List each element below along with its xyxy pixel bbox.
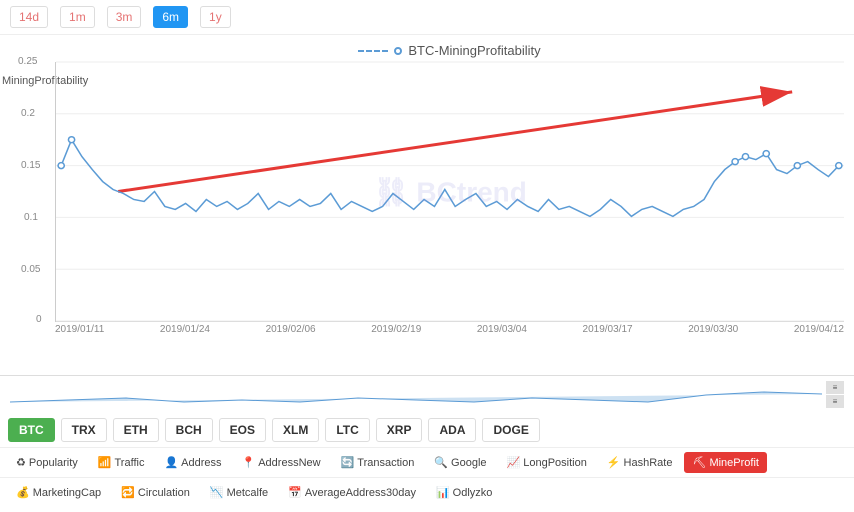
metric-label: Circulation [138,487,190,499]
metric-label: Transaction [357,457,414,469]
time-btn-1y[interactable]: 1y [200,6,231,28]
coin-bar: BTCTRXETHBCHEOSXLMLTC XRPADADOGE [0,413,854,448]
x-label: 2019/02/06 [266,324,316,335]
coin-btn-btc[interactable]: BTC [8,418,55,442]
scroll-controls: ≡ ≡ [826,381,844,408]
x-labels: 2019/01/11 2019/01/24 2019/02/06 2019/02/19… [55,322,844,335]
metric-marketingcap[interactable]: 💰MarketingCap [8,482,109,503]
metric-transaction[interactable]: 🔄Transaction [333,452,423,473]
x-label: 2019/03/17 [583,324,633,335]
metric-metcalfe[interactable]: 📉Metcalfe [202,482,276,503]
metric-label: Traffic [115,457,145,469]
metric-icon: 📈 [507,456,521,469]
metric-label: HashRate [624,457,673,469]
metric-label: Google [451,457,486,469]
metric-icon: ♻ [16,456,26,469]
x-label: 2019/04/12 [794,324,844,335]
metrics-bar-1: ♻Popularity📶Traffic👤Address📍AddressNew🔄T… [0,448,854,478]
metric-icon: 🔍 [434,456,448,469]
time-btn-3m[interactable]: 3m [107,6,142,28]
metric-label: AverageAddress30day [305,487,416,499]
coin-btn-doge[interactable]: DOGE [482,418,539,442]
coin-btn-trx[interactable]: TRX [61,418,107,442]
coin-btn-ada[interactable]: ADA [428,418,476,442]
metric-icon: 🔁 [121,486,135,499]
metric-icon: 👤 [164,456,178,469]
metric-icon: 📶 [98,456,112,469]
metric-popularity[interactable]: ♻Popularity [8,452,86,473]
coin-btn-eos[interactable]: EOS [219,418,266,442]
coin-btn-xrp[interactable]: XRP [376,418,423,442]
metric-label: Odlyzko [453,487,493,499]
x-label: 2019/02/19 [371,324,421,335]
time-btn-14d[interactable]: 14d [10,6,48,28]
coin-btn-ltc[interactable]: LTC [325,418,369,442]
metric-longposition[interactable]: 📈LongPosition [499,452,595,473]
metric-icon: ⛏ [692,456,706,469]
metric-label: AddressNew [258,457,320,469]
metric-mineprofit[interactable]: ⛏MineProfit [684,452,767,473]
metric-google[interactable]: 🔍Google [426,452,494,473]
metric-address[interactable]: 👤Address [156,452,229,473]
x-label: 2019/03/04 [477,324,527,335]
metric-circulation[interactable]: 🔁Circulation [113,482,198,503]
metric-label: LongPosition [523,457,587,469]
metric-label: Address [181,457,221,469]
metric-odlyzko[interactable]: 📊Odlyzko [428,482,500,503]
chart-svg [56,62,844,321]
metric-icon: 📅 [288,486,302,499]
x-label: 2019/03/30 [688,324,738,335]
chart-title: BTC-MiningProfitability [408,43,540,58]
metric-label: MineProfit [709,457,759,469]
metric-icon: 📊 [436,486,450,499]
chart-canvas-container: 0.25 0.2 0.15 0.1 0.05 0 ⛓ BCtrend [55,62,844,322]
x-label: 2019/01/11 [55,324,104,335]
mini-chart[interactable]: ≡ ≡ [0,375,854,413]
metric-icon: 📉 [210,486,224,499]
scroll-right-btn[interactable]: ≡ [826,395,844,408]
metric-icon: 📍 [242,456,256,469]
coin-btn-bch[interactable]: BCH [165,418,213,442]
metrics-bar-2: 💰MarketingCap🔁Circulation📉Metcalfe📅Avera… [0,478,854,507]
chart-title-container: BTC-MiningProfitability [55,43,844,58]
metric-label: MarketingCap [33,487,101,499]
chart-area: BTC-MiningProfitability MiningProfitabil… [0,35,854,375]
mini-chart-inner [10,380,822,410]
metric-hashrate[interactable]: ⚡HashRate [599,452,681,473]
time-btn-6m[interactable]: 6m [153,6,188,28]
metric-icon: ⚡ [607,456,621,469]
coin-btn-xlm[interactable]: XLM [272,418,319,442]
time-btn-1m[interactable]: 1m [60,6,95,28]
x-label: 2019/01/24 [160,324,210,335]
metric-addressnew[interactable]: 📍AddressNew [234,452,329,473]
top-bar: 14d 1m 3m 6m 1y [0,0,854,35]
metric-icon: 🔄 [341,456,355,469]
metric-label: Popularity [29,457,78,469]
metric-label: Metcalfe [227,487,269,499]
metric-icon: 💰 [16,486,30,499]
scroll-left-btn[interactable]: ≡ [826,381,844,394]
metric-traffic[interactable]: 📶Traffic [90,452,153,473]
coin-btn-eth[interactable]: ETH [113,418,159,442]
metric-averageaddress30day[interactable]: 📅AverageAddress30day [280,482,424,503]
